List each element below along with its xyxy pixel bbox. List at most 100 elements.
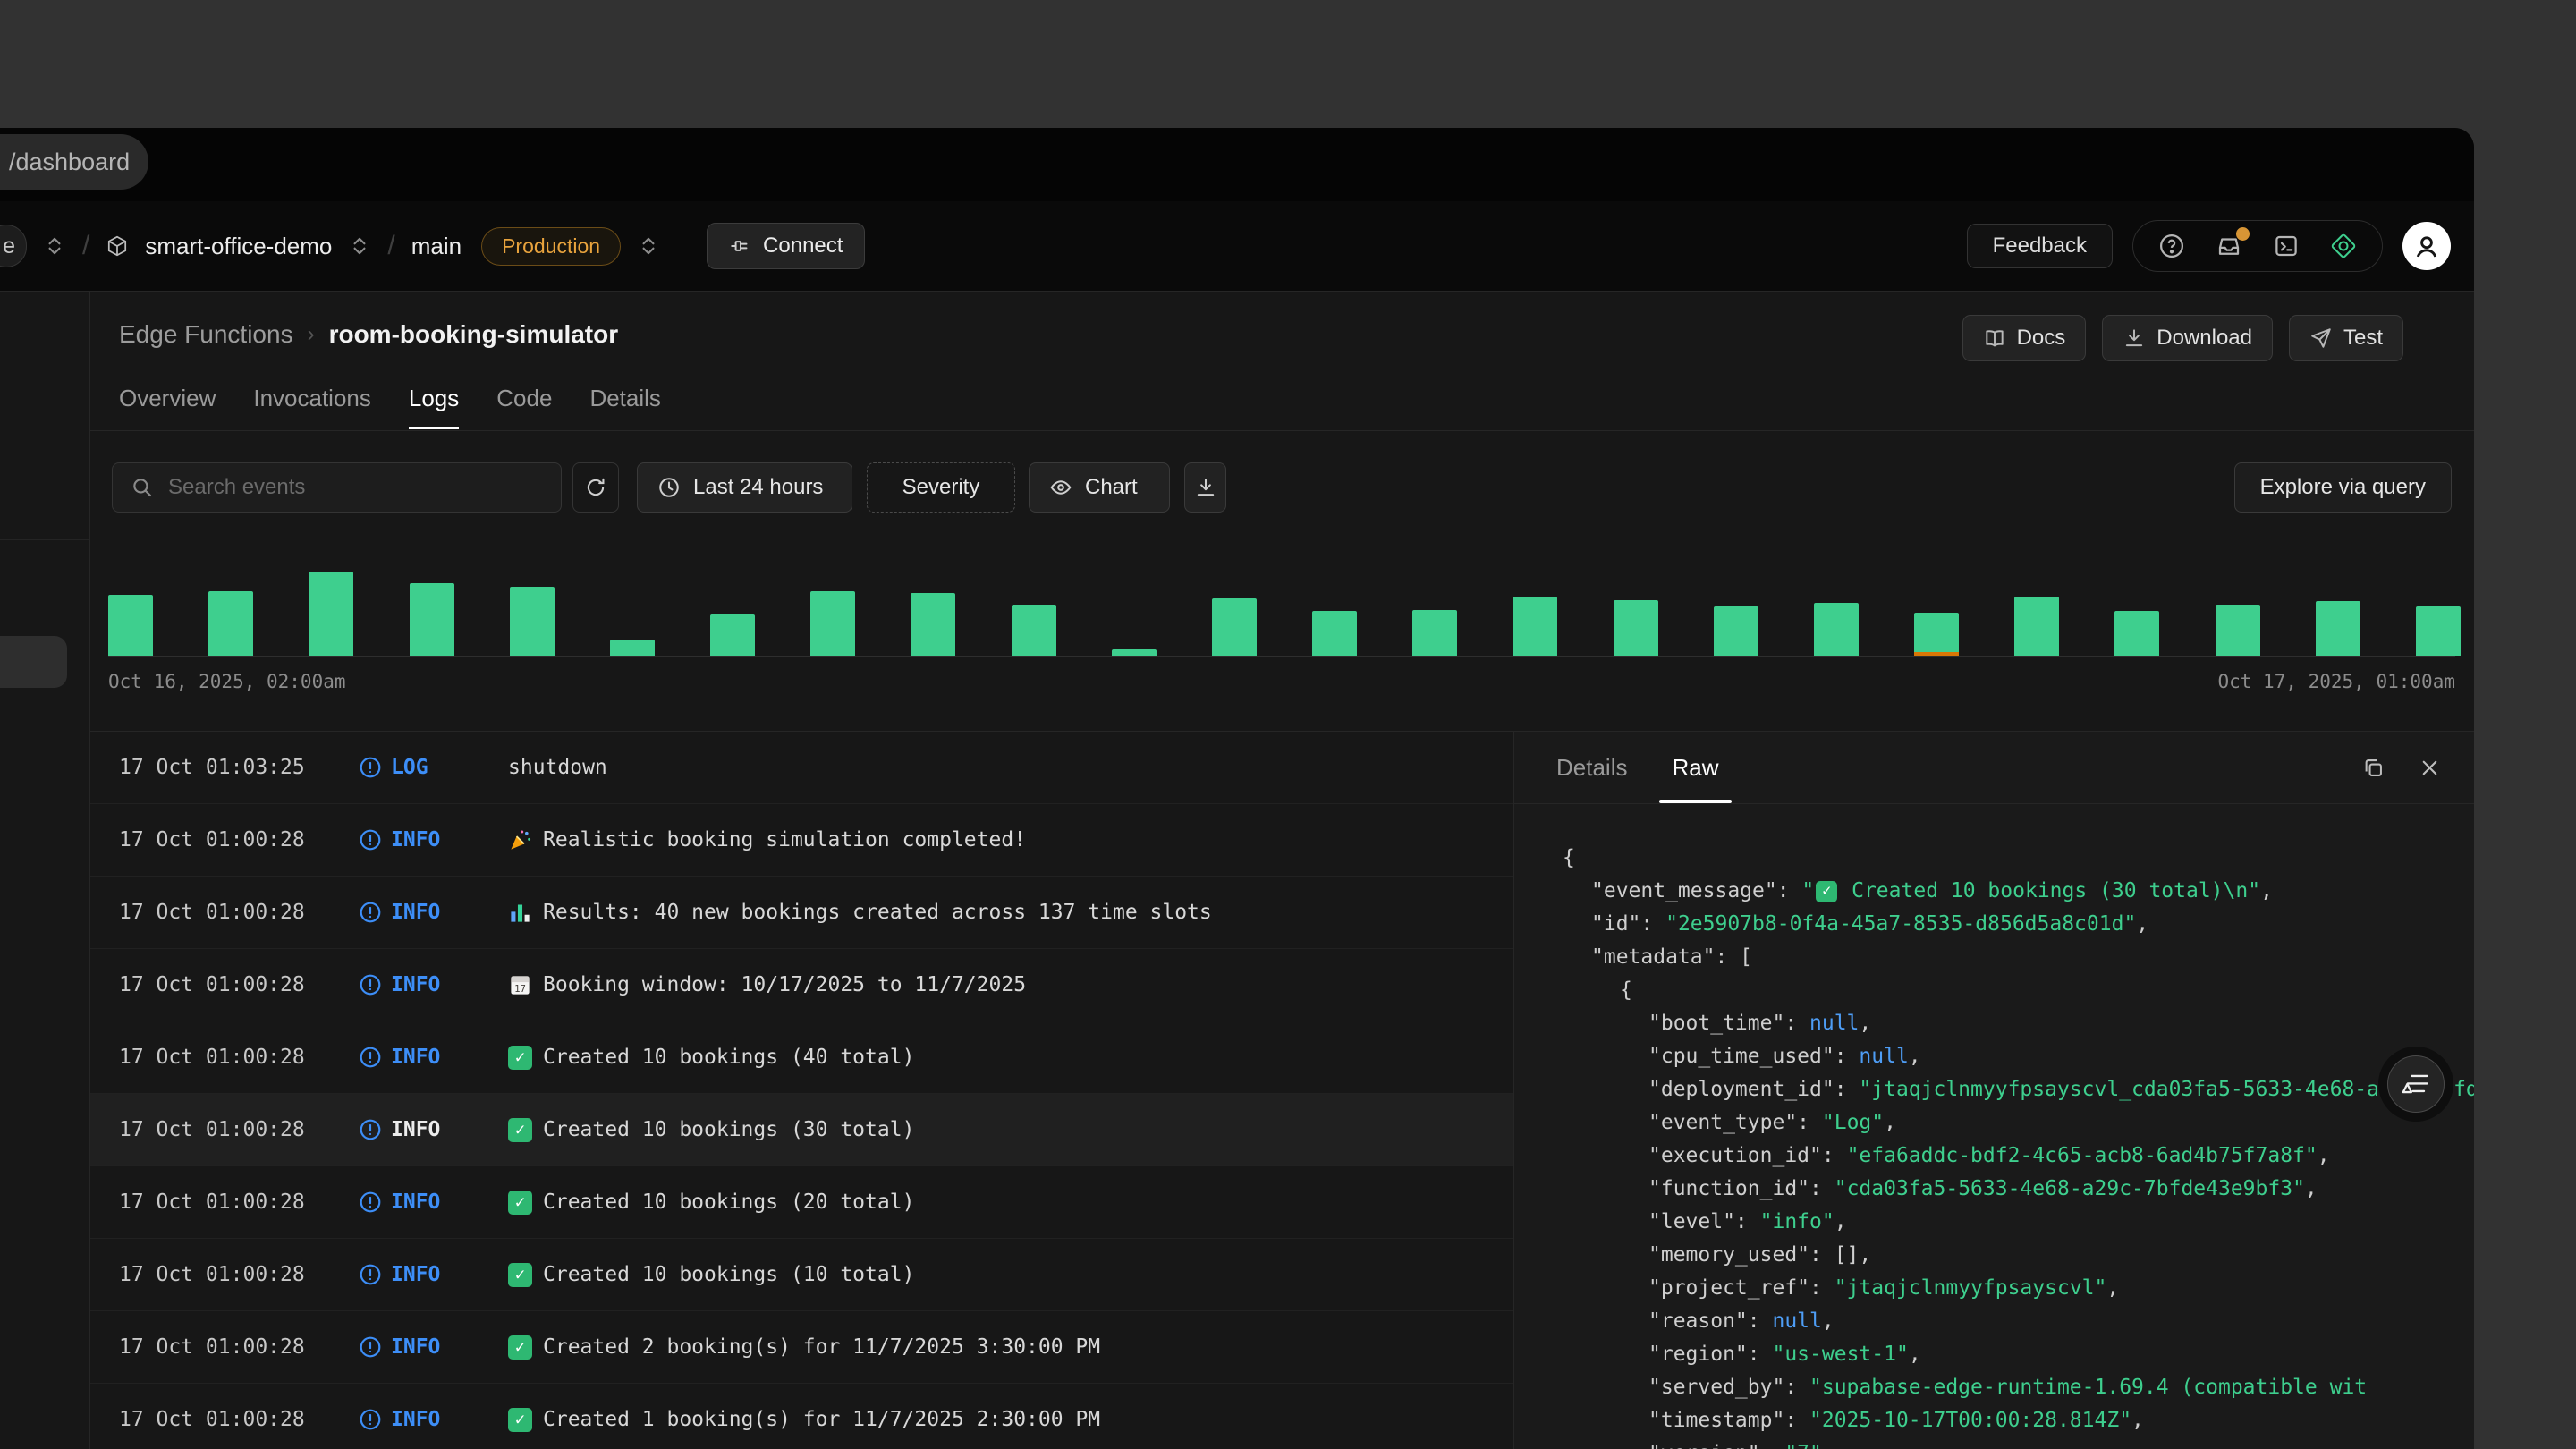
chart-bar[interactable] <box>1614 600 1658 656</box>
terminal-icon[interactable] <box>2273 233 2300 259</box>
download-logs-button[interactable] <box>1184 462 1226 513</box>
log-timestamp: 17 Oct 01:00:28 <box>119 901 359 924</box>
severity-label: INFO <box>391 1046 440 1069</box>
feedback-button[interactable]: Feedback <box>1967 224 2113 268</box>
tab-details[interactable]: Details <box>589 385 660 429</box>
check-emoji: ✓ <box>508 1335 532 1360</box>
docs-button[interactable]: Docs <box>1962 315 2087 361</box>
tab-overview[interactable]: Overview <box>119 385 216 429</box>
chevron-selector-icon[interactable] <box>348 234 371 258</box>
chart-bar[interactable] <box>309 572 353 656</box>
chart-bar[interactable] <box>1012 605 1056 656</box>
chart-bar[interactable] <box>410 583 454 656</box>
check-emoji: ✓ <box>508 1046 532 1070</box>
chart-bar[interactable] <box>208 591 253 656</box>
chart-bar[interactable] <box>810 591 855 656</box>
breadcrumb-edge-functions[interactable]: Edge Functions <box>119 320 293 349</box>
log-timestamp: 17 Oct 01:00:28 <box>119 828 359 852</box>
close-icon[interactable] <box>2418 756 2442 780</box>
log-row[interactable]: 17 Oct 01:00:28INFO✓Created 10 bookings … <box>90 1239 1513 1311</box>
eye-icon <box>1049 476 1072 499</box>
chart-bar[interactable] <box>1814 603 1859 656</box>
log-row[interactable]: 17 Oct 01:00:28INFO✓Created 1 booking(s)… <box>90 1384 1513 1449</box>
severity-badge: INFO <box>359 1046 508 1069</box>
severity-filter-button[interactable]: Severity <box>867 462 1015 513</box>
browser-tab-dashboard[interactable]: /dashboard <box>0 134 148 190</box>
log-row[interactable]: 17 Oct 01:00:28INFOResults: 40 new booki… <box>90 877 1513 949</box>
org-selector[interactable]: e <box>0 225 27 267</box>
log-row[interactable]: 17 Oct 01:03:25LOGshutdown <box>90 732 1513 804</box>
assistant-fab[interactable] <box>2378 1046 2453 1122</box>
chevron-selector-icon[interactable] <box>637 234 660 258</box>
chart-bar-events <box>2216 605 2260 656</box>
log-timestamp: 17 Oct 01:00:28 <box>119 1408 359 1431</box>
copy-icon[interactable] <box>2361 756 2385 780</box>
panel-tab-raw[interactable]: Raw <box>1672 732 1718 803</box>
panel-tab-details[interactable]: Details <box>1556 732 1627 803</box>
user-avatar[interactable] <box>2402 222 2451 270</box>
chart-bar[interactable] <box>2014 597 2059 656</box>
project-cube-icon <box>106 234 129 258</box>
chevron-selector-icon[interactable] <box>43 234 66 258</box>
log-row[interactable]: 17 Oct 01:00:28INFO17Booking window: 10/… <box>90 949 1513 1021</box>
json-line: "level": "info", <box>1514 1206 2474 1239</box>
time-range-button[interactable]: Last 24 hours <box>637 462 852 513</box>
inbox-icon[interactable] <box>2216 233 2242 259</box>
json-line: "function_id": "cda03fa5-5633-4e68-a29c-… <box>1514 1173 2474 1206</box>
chart-bar[interactable] <box>1212 598 1257 656</box>
project-name[interactable]: smart-office-demo <box>145 233 332 260</box>
chart-bar[interactable] <box>1412 610 1457 656</box>
chart-toggle-button[interactable]: Chart <box>1029 462 1170 513</box>
chart-bar[interactable] <box>710 614 755 656</box>
log-row[interactable]: 17 Oct 01:00:28INFO✓Created 2 booking(s)… <box>90 1311 1513 1384</box>
chart-bar-events <box>1614 600 1658 656</box>
search-input[interactable] <box>168 475 508 500</box>
branch-name[interactable]: main <box>411 233 462 260</box>
chart-bar[interactable] <box>1513 597 1557 656</box>
chart-bar[interactable] <box>2114 611 2159 656</box>
help-icon[interactable] <box>2158 233 2185 259</box>
tab-invocations[interactable]: Invocations <box>253 385 371 429</box>
log-detail-panel: DetailsRaw {"event_message": "✓ Created … <box>1513 731 2474 1449</box>
chart-bar[interactable] <box>1714 606 1758 656</box>
breadcrumb-separator: / <box>387 231 394 261</box>
log-timestamp: 17 Oct 01:03:25 <box>119 756 359 779</box>
chart-bar[interactable] <box>2316 601 2360 656</box>
clock-icon <box>657 476 681 499</box>
log-row[interactable]: 17 Oct 01:00:28INFORealistic booking sim… <box>90 804 1513 877</box>
chart-bar-events <box>208 591 253 656</box>
chart-bar[interactable] <box>510 587 555 656</box>
explore-via-query-button[interactable]: Explore via query <box>2234 462 2452 513</box>
tabs-divider <box>90 430 2474 431</box>
page-breadcrumb: Edge Functions › room-booking-simulator <box>119 320 618 349</box>
chart-bar[interactable] <box>2216 605 2260 656</box>
chart-bar[interactable] <box>1112 649 1157 656</box>
chart-bar-events <box>108 595 153 656</box>
log-row[interactable]: 17 Oct 01:00:28INFO✓Created 10 bookings … <box>90 1094 1513 1166</box>
severity-badge: LOG <box>359 756 508 779</box>
json-line: "served_by": "supabase-edge-runtime-1.69… <box>1514 1371 2474 1404</box>
info-circle-icon <box>359 973 382 996</box>
sidebar-active-item[interactable] <box>0 636 67 688</box>
connect-button[interactable]: Connect <box>707 223 865 269</box>
chart-bar[interactable] <box>1914 613 1959 656</box>
deploy-status-icon[interactable] <box>2330 233 2357 259</box>
json-line: "event_type": "Log", <box>1514 1106 2474 1140</box>
chart-bar[interactable] <box>108 595 153 656</box>
test-button[interactable]: Test <box>2289 315 2403 361</box>
chart-bar[interactable] <box>911 593 955 656</box>
chart-bar-events <box>510 587 555 656</box>
tab-code[interactable]: Code <box>496 385 552 429</box>
chart-bar-events <box>710 614 755 656</box>
send-icon <box>2309 326 2333 350</box>
chart-bar[interactable] <box>1312 611 1357 656</box>
refresh-button[interactable] <box>572 462 619 513</box>
json-line: "event_message": "✓ Created 10 bookings … <box>1514 875 2474 908</box>
log-row[interactable]: 17 Oct 01:00:28INFO✓Created 10 bookings … <box>90 1021 1513 1094</box>
download-button[interactable]: Download <box>2102 315 2273 361</box>
tab-logs[interactable]: Logs <box>409 385 459 429</box>
info-circle-icon <box>359 1408 382 1431</box>
log-row[interactable]: 17 Oct 01:00:28INFO✓Created 10 bookings … <box>90 1166 1513 1239</box>
chart-bar[interactable] <box>2416 606 2461 656</box>
chart-bar[interactable] <box>610 640 655 656</box>
